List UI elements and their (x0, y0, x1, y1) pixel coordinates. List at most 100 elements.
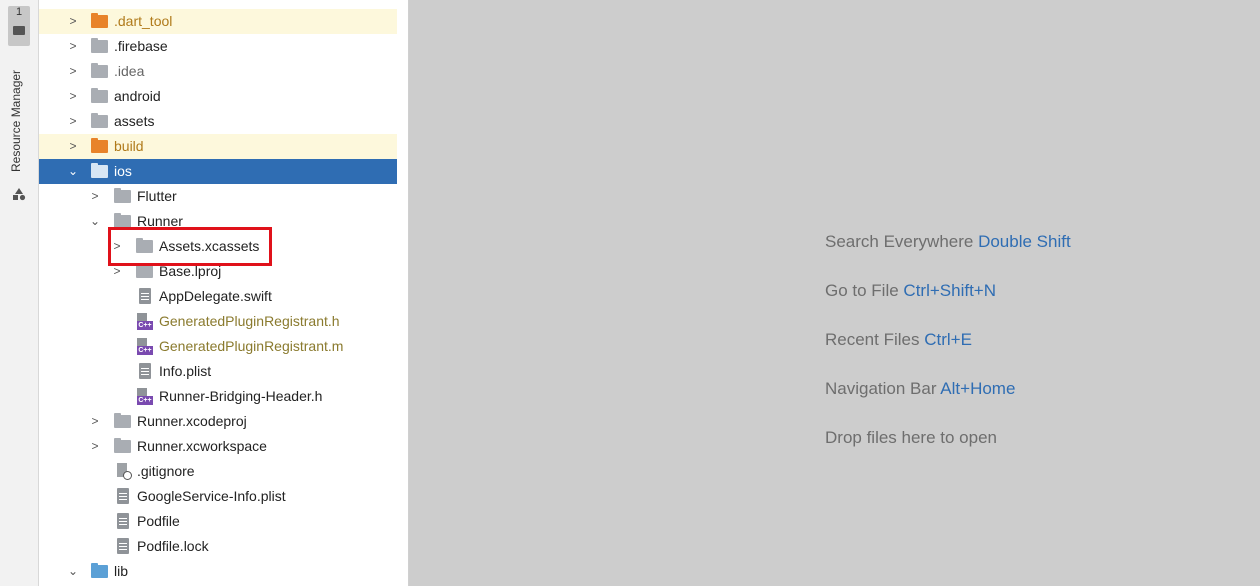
folder-orange-icon (91, 13, 108, 28)
tree-item-label: GeneratedPluginRegistrant.h (159, 313, 340, 329)
chevron-right-icon[interactable]: > (89, 434, 101, 459)
folder-icon (91, 38, 108, 53)
tree-item-dart-tool[interactable]: > .dart_tool (39, 9, 397, 34)
tree-item-ios[interactable]: ⌄ ios (39, 159, 397, 184)
hint-text: Navigation Bar (825, 379, 941, 398)
tree-item-podfile[interactable]: Podfile (39, 509, 397, 534)
chevron-right-icon[interactable]: > (67, 84, 79, 109)
tree-item-label: build (114, 138, 144, 154)
tree-item-label: Runner.xcodeproj (137, 413, 247, 429)
tool-window-strip: 1 Resource Manager (0, 0, 39, 586)
folder-icon (114, 188, 131, 203)
chevron-right-icon[interactable]: > (67, 109, 79, 134)
chevron-right-icon[interactable]: > (67, 34, 79, 59)
hint-shortcut: Double Shift (978, 232, 1071, 251)
tree-item-bridging-header[interactable]: C++ Runner-Bridging-Header.h (39, 384, 397, 409)
tree-item-info-plist[interactable]: Info.plist (39, 359, 397, 384)
resource-manager-icon (13, 188, 26, 201)
chevron-right-icon[interactable]: > (111, 234, 123, 259)
tree-item-label: Podfile (137, 513, 180, 529)
hint-text: Recent Files (825, 330, 925, 349)
chevron-right-icon[interactable]: > (67, 9, 79, 34)
tree-item-label: .idea (114, 63, 145, 79)
text-file-icon (139, 288, 151, 304)
chevron-right-icon[interactable]: > (111, 259, 123, 284)
hint-go-to-file: Go to File Ctrl+Shift+N (825, 279, 996, 303)
project-tool-window-button[interactable]: 1 (8, 6, 30, 46)
tree-item-xcworkspace[interactable]: > Runner.xcworkspace (39, 434, 397, 459)
folder-icon (136, 238, 153, 253)
tree-item-label: assets (114, 113, 155, 129)
chevron-down-icon[interactable]: ⌄ (67, 159, 79, 184)
tree-item-label: GeneratedPluginRegistrant.m (159, 338, 344, 354)
hint-drop-files: Drop files here to open (825, 426, 997, 450)
gitignore-file-icon (117, 463, 132, 480)
hint-search-everywhere: Search Everywhere Double Shift (825, 230, 1071, 254)
tree-item-generated-m[interactable]: C++ GeneratedPluginRegistrant.m (39, 334, 397, 359)
tree-item-podfile-lock[interactable]: Podfile.lock (39, 534, 397, 559)
folder-module-icon (91, 163, 108, 178)
tree-item-label: .firebase (114, 38, 168, 54)
tree-item-xcodeproj[interactable]: > Runner.xcodeproj (39, 409, 397, 434)
tree-item-label: Flutter (137, 188, 177, 204)
text-file-icon (117, 513, 129, 529)
folder-icon (136, 263, 153, 278)
tree-item-idea[interactable]: > .idea (39, 59, 397, 84)
tree-item-label: lib (114, 563, 129, 579)
project-tab-number: 1 (15, 6, 23, 18)
hint-shortcut: Alt+Home (940, 379, 1016, 398)
tree-item-label: Runner.xcworkspace (137, 438, 267, 454)
tree-item-base-lproj[interactable]: > Base.lproj (39, 259, 397, 284)
hint-shortcut: Ctrl+E (924, 330, 972, 349)
cpp-source-file-icon: C++ (137, 338, 153, 355)
hint-text: Go to File (825, 281, 904, 300)
text-file-icon (117, 538, 129, 554)
resource-manager-tab[interactable]: Resource Manager (6, 60, 32, 210)
tree-item-android[interactable]: > android (39, 84, 397, 109)
cpp-header-file-icon: C++ (137, 313, 153, 330)
hint-text: Drop files here to open (825, 428, 997, 447)
tree-item-label: .gitignore (137, 463, 195, 479)
project-tree-panel: > .dart_tool > .firebase > .idea > andro… (39, 0, 409, 586)
tree-item-flutter[interactable]: > Flutter (39, 184, 397, 209)
text-file-icon (139, 363, 151, 379)
chevron-down-icon[interactable]: ⌄ (67, 559, 79, 584)
tree-item-runner[interactable]: ⌄ Runner (39, 209, 397, 234)
folder-icon (114, 213, 131, 228)
tree-item-label: Base.lproj (159, 263, 222, 279)
tree-item-label: AppDelegate.swift (159, 288, 272, 304)
chevron-right-icon[interactable]: > (89, 409, 101, 434)
chevron-right-icon[interactable]: > (67, 134, 79, 159)
hint-navigation-bar: Navigation Bar Alt+Home (825, 377, 1015, 401)
tree-item-assets[interactable]: > assets (39, 109, 397, 134)
tree-item-label: Assets.xcassets (159, 238, 260, 254)
chevron-right-icon[interactable]: > (89, 184, 101, 209)
tree-item-googleservice[interactable]: GoogleService-Info.plist (39, 484, 397, 509)
project-folder-icon (13, 26, 25, 35)
hint-shortcut: Ctrl+Shift+N (903, 281, 997, 300)
tree-item-firebase[interactable]: > .firebase (39, 34, 397, 59)
tree-item-build[interactable]: > build (39, 134, 397, 159)
chevron-down-icon[interactable]: ⌄ (89, 209, 101, 234)
hint-recent-files: Recent Files Ctrl+E (825, 328, 972, 352)
tree-item-label: android (114, 88, 161, 104)
folder-orange-settings-icon (91, 138, 108, 153)
folder-icon (91, 113, 108, 128)
tree-item-label: Podfile.lock (137, 538, 209, 554)
tree-item-generated-h[interactable]: C++ GeneratedPluginRegistrant.h (39, 309, 397, 334)
folder-settings-icon (91, 63, 108, 78)
tree-item-assets-xcassets[interactable]: > Assets.xcassets (39, 234, 397, 259)
text-file-icon (117, 488, 129, 504)
resource-manager-label: Resource Manager (9, 69, 23, 172)
tree-item-gitignore[interactable]: .gitignore (39, 459, 397, 484)
tree-item-appdelegate[interactable]: AppDelegate.swift (39, 284, 397, 309)
tree-item-label: GoogleService-Info.plist (137, 488, 286, 504)
cpp-header-file-icon: C++ (137, 388, 153, 405)
tree-item-lib[interactable]: ⌄ lib (39, 559, 397, 584)
hint-text: Search Everywhere (825, 232, 979, 251)
chevron-right-icon[interactable]: > (67, 59, 79, 84)
editor-empty-area[interactable]: Search Everywhere Double Shift Go to Fil… (409, 0, 1260, 586)
folder-icon (114, 413, 131, 428)
folder-module-icon (91, 88, 108, 103)
tree-item-label: Info.plist (159, 363, 212, 379)
